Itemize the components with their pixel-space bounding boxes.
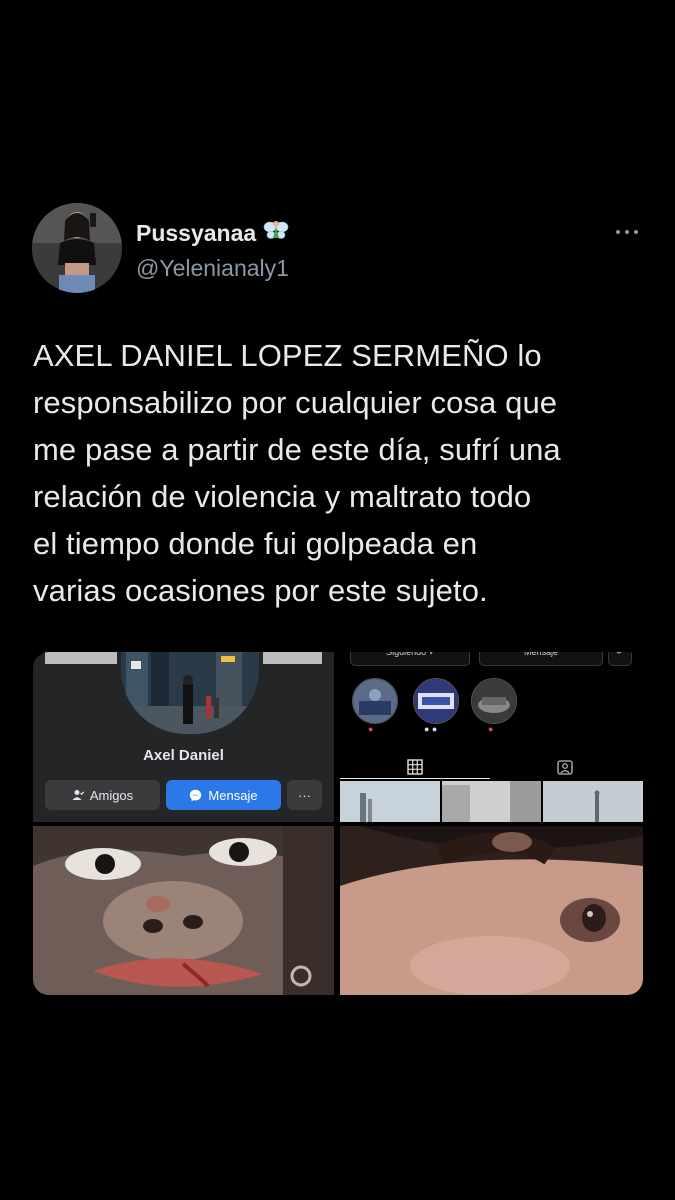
tweet-text-line: responsabilizo por cualquier cosa que xyxy=(33,385,558,420)
heart-icon: ● xyxy=(368,724,374,734)
instagram-highlight[interactable] xyxy=(413,678,459,724)
tweet-text-line: me pase a partir de este día, sufrí una xyxy=(33,432,561,467)
author-display-name[interactable]: Pussyanaa xyxy=(136,220,256,247)
messenger-icon xyxy=(190,789,202,801)
facebook-more-label: ··· xyxy=(298,787,311,803)
tweet-text-line: el tiempo donde fui golpeada en xyxy=(33,526,478,561)
instagram-add-user-button[interactable] xyxy=(608,652,632,666)
author-avatar[interactable] xyxy=(32,203,122,293)
more-horizontal-icon xyxy=(634,230,638,234)
grid-icon xyxy=(407,759,423,775)
instagram-post-thumbnail[interactable] xyxy=(543,781,643,822)
user-check-icon xyxy=(72,790,84,800)
instagram-message-button[interactable]: Mensaje xyxy=(479,652,603,666)
media-image-injured-face-2[interactable] xyxy=(340,826,643,995)
more-horizontal-icon xyxy=(616,230,620,234)
avatar-photo xyxy=(32,203,122,293)
facebook-more-button[interactable]: ··· xyxy=(287,780,322,810)
more-options-button[interactable] xyxy=(612,222,642,242)
instagram-tab-grid[interactable] xyxy=(340,756,490,779)
media-grid: Axel Daniel Amigos Mensaje ··· Siguiendo… xyxy=(33,652,643,995)
tweet-text-line: relación de violencia y maltrato todo xyxy=(33,479,532,514)
instagram-post-grid xyxy=(340,781,643,822)
facebook-friends-button[interactable]: Amigos xyxy=(45,780,160,810)
facebook-friends-label: Amigos xyxy=(89,787,134,803)
media-image-injured-face-1[interactable] xyxy=(33,826,334,995)
facebook-message-label: Mensaje xyxy=(208,787,258,803)
tweet-text-line: AXEL DANIEL LOPEZ SERMEÑO lo xyxy=(33,338,542,373)
facebook-profile-picture xyxy=(117,652,263,738)
author-info: Pussyanaa @Yelenianaly1 xyxy=(136,218,289,282)
instagram-highlight[interactable] xyxy=(352,678,398,724)
instagram-highlight[interactable] xyxy=(471,678,517,724)
author-handle[interactable]: @Yelenianaly1 xyxy=(136,255,289,282)
add-user-icon xyxy=(616,652,622,654)
fairy-icon xyxy=(263,218,289,249)
more-horizontal-icon xyxy=(625,230,629,234)
guitar-icon: ● xyxy=(488,724,494,734)
tweet: Pussyanaa @Yelenianaly1 AXEL DANIEL LOPE… xyxy=(0,0,675,1200)
facebook-message-button[interactable]: Mensaje xyxy=(166,780,281,810)
instagram-following-button[interactable]: Siguiendo ˅ xyxy=(350,652,470,666)
media-image-instagram-profile[interactable]: Siguiendo ˅ Mensaje ● ● ● ● xyxy=(340,652,643,822)
instagram-post-thumbnail[interactable] xyxy=(340,781,440,822)
instagram-post-thumbnail[interactable] xyxy=(441,781,542,822)
facebook-profile-name: Axel Daniel xyxy=(143,747,224,764)
media-image-facebook-profile[interactable]: Axel Daniel Amigos Mensaje ··· xyxy=(33,652,334,822)
tagged-user-icon xyxy=(557,760,573,775)
tweet-text: AXEL DANIEL LOPEZ SERMEÑO lo responsabil… xyxy=(33,332,653,614)
instagram-tab-tagged[interactable] xyxy=(490,756,640,778)
skull-icon: ● ● xyxy=(424,724,438,734)
tweet-text-line: varias ocasiones por este sujeto. xyxy=(33,573,488,608)
